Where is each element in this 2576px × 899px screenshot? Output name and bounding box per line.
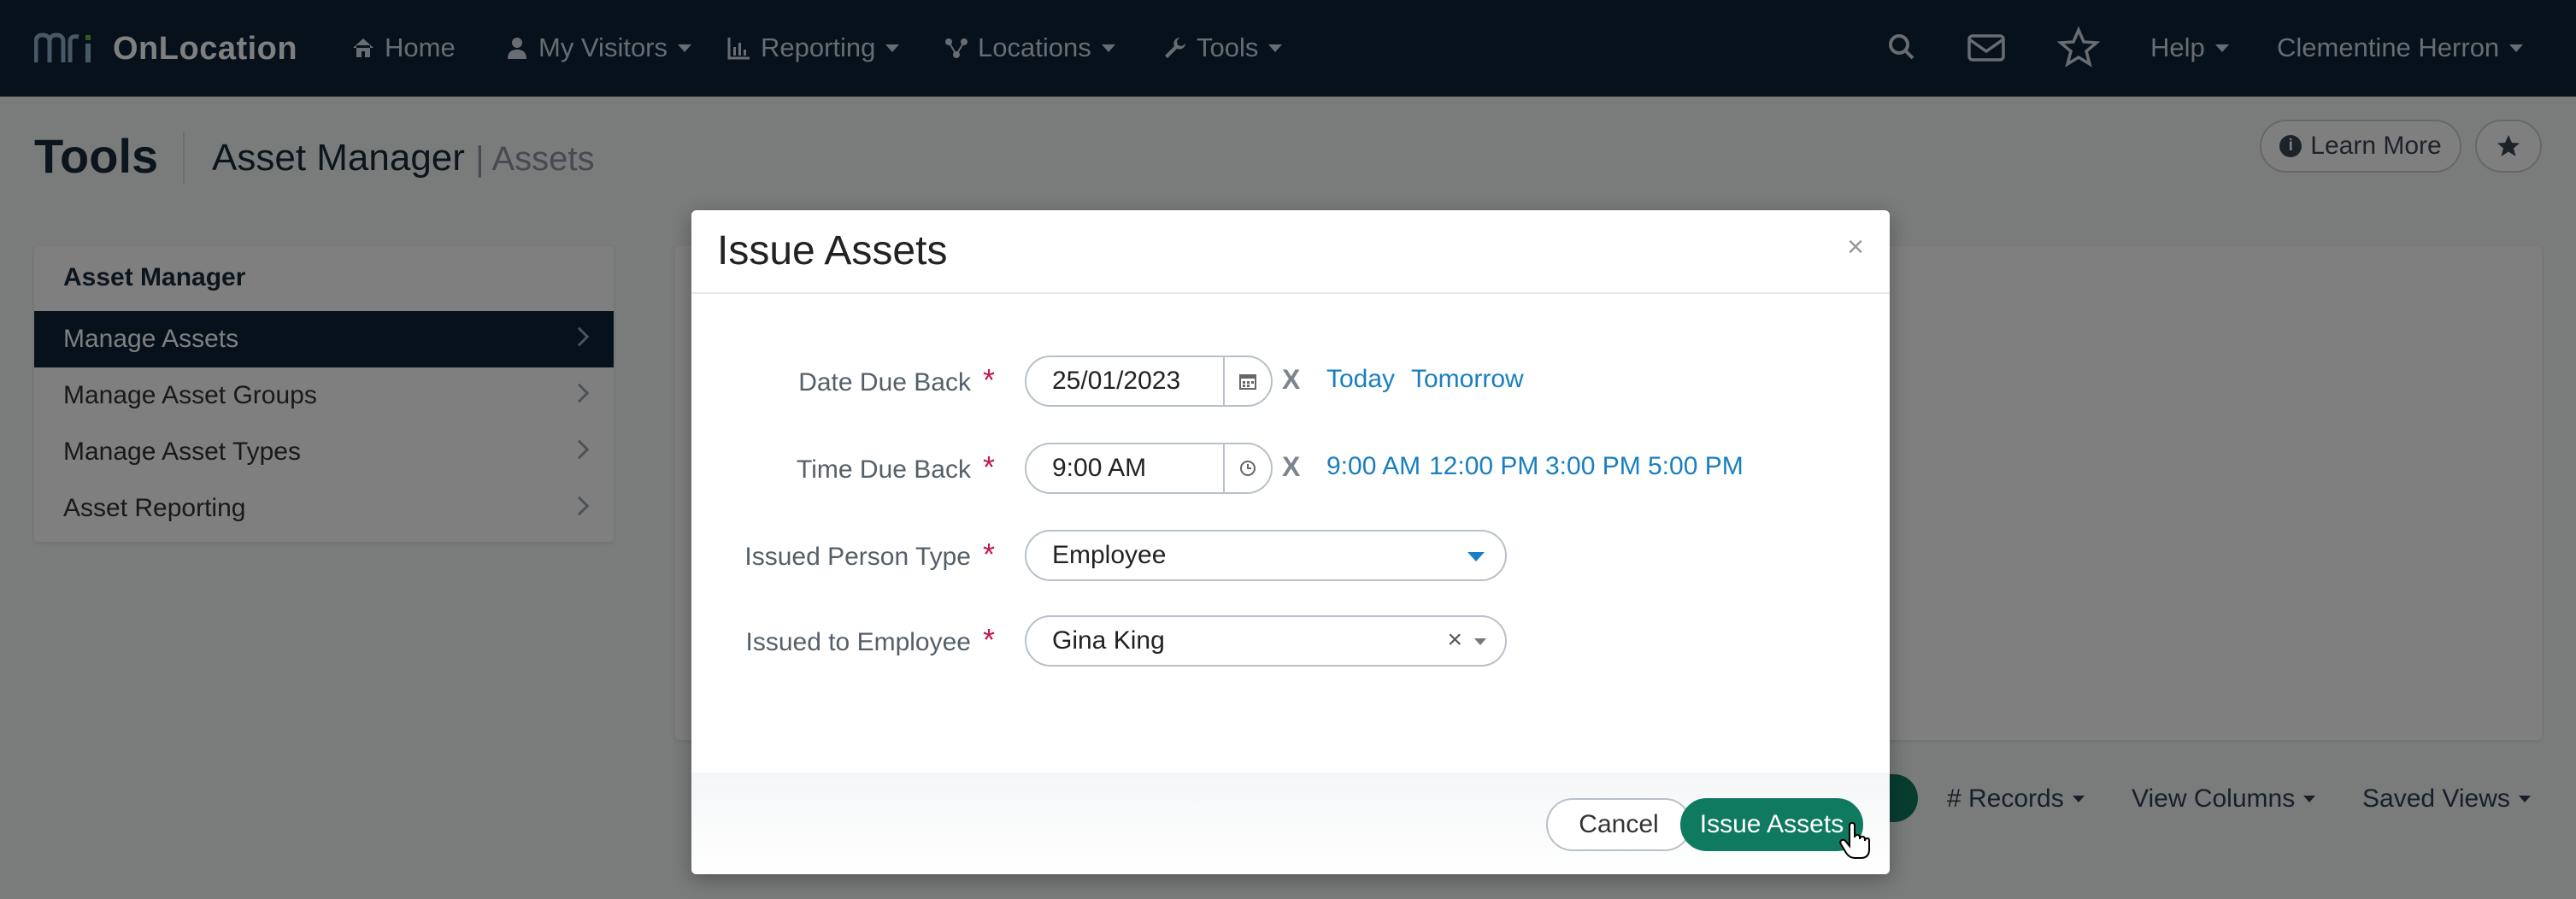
issue-assets-modal: Issue Assets × Date Due Back * 25/01/2023… bbox=[691, 210, 1890, 874]
time-5pm-link[interactable]: 5:00 PM bbox=[1648, 452, 1744, 481]
clear-selection-icon[interactable]: × bbox=[1447, 626, 1462, 655]
required-mark: * bbox=[982, 537, 995, 572]
clock-button[interactable] bbox=[1223, 444, 1271, 492]
issued-person-type-select[interactable]: Employee bbox=[1025, 530, 1507, 581]
date-due-back-input[interactable]: 25/01/2023 bbox=[1025, 355, 1273, 407]
time-due-back-label-wrap: Time Due Back * bbox=[691, 443, 995, 494]
modal-divider bbox=[691, 292, 1890, 294]
hand-cursor-icon bbox=[1839, 822, 1870, 859]
time-due-back-input[interactable]: 9:00 AM bbox=[1025, 443, 1273, 494]
issued-person-type-label-wrap: Issued Person Type * bbox=[691, 530, 995, 581]
modal-title: Issue Assets bbox=[717, 228, 948, 273]
issued-person-type-value: Employee bbox=[1052, 541, 1167, 569]
issued-to-employee-label: Issued to Employee * bbox=[745, 622, 996, 657]
time-due-back-label: Time Due Back * bbox=[797, 450, 995, 485]
issued-to-employee-label-wrap: Issued to Employee * bbox=[691, 615, 996, 667]
clear-time-button[interactable]: X bbox=[1282, 451, 1300, 483]
time-3pm-link[interactable]: 3:00 PM bbox=[1545, 452, 1641, 481]
date-due-back-label-wrap: Date Due Back * bbox=[691, 355, 995, 407]
required-mark: * bbox=[982, 622, 995, 657]
cancel-button[interactable]: Cancel bbox=[1546, 798, 1691, 851]
date-tomorrow-link[interactable]: Tomorrow bbox=[1411, 365, 1524, 394]
chevron-down-icon bbox=[1474, 638, 1486, 645]
time-12pm-link[interactable]: 12:00 PM bbox=[1429, 452, 1538, 481]
date-today-link[interactable]: Today bbox=[1326, 365, 1395, 394]
required-mark: * bbox=[982, 362, 995, 397]
time-due-back-value: 9:00 AM bbox=[1052, 454, 1147, 482]
chevron-down-icon bbox=[1467, 552, 1485, 561]
issued-to-employee-value: Gina King bbox=[1052, 626, 1165, 655]
required-mark: * bbox=[982, 450, 995, 485]
clock-icon bbox=[1240, 461, 1256, 476]
calendar-icon bbox=[1239, 374, 1256, 390]
issued-person-type-label: Issued Person Type * bbox=[744, 537, 995, 572]
clear-date-button[interactable]: X bbox=[1282, 364, 1300, 396]
issue-assets-button[interactable]: Issue Assets bbox=[1680, 798, 1863, 851]
time-9am-link[interactable]: 9:00 AM bbox=[1326, 452, 1420, 481]
calendar-button[interactable] bbox=[1223, 357, 1271, 405]
close-icon[interactable]: × bbox=[1847, 231, 1864, 264]
date-due-back-value: 25/01/2023 bbox=[1052, 367, 1181, 395]
date-due-back-label: Date Due Back * bbox=[798, 362, 995, 397]
issued-to-employee-select[interactable]: Gina King × bbox=[1025, 615, 1507, 667]
